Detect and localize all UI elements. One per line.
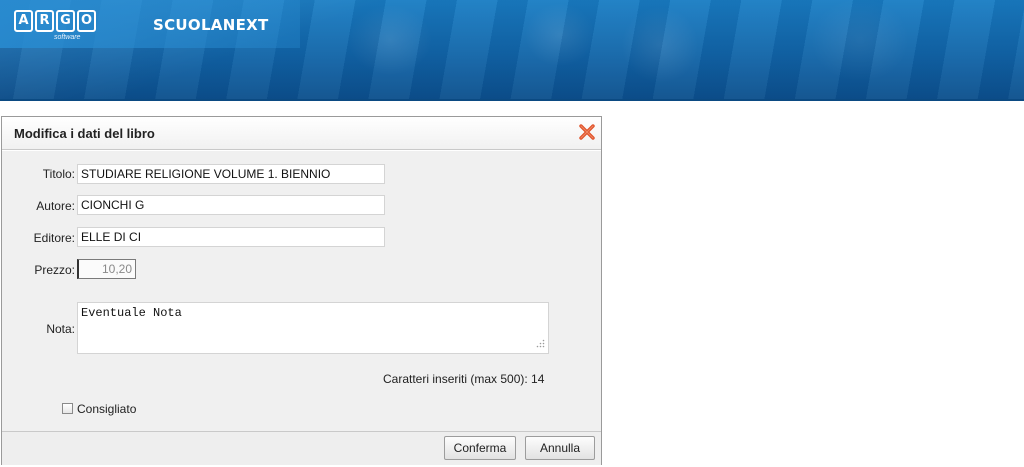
char-counter: Caratteri inseriti (max 500): 14 (383, 372, 545, 386)
resize-grip-icon[interactable] (536, 339, 545, 348)
editore-input[interactable] (77, 227, 385, 247)
editore-label: Editore: (33, 231, 75, 245)
logo-letter: O (77, 10, 96, 32)
header-banner: A R G O software SCUOLANEXT (0, 0, 1024, 101)
titolo-input[interactable] (77, 164, 385, 184)
cancel-button[interactable]: Annulla (525, 436, 595, 460)
logo-letter: R (35, 10, 54, 32)
close-icon[interactable] (576, 121, 598, 143)
dialog-body (2, 150, 601, 431)
consigliato-checkbox[interactable] (62, 403, 73, 414)
prezzo-label: Prezzo: (34, 263, 75, 277)
app-name: SCUOLANEXT (153, 16, 269, 34)
consigliato-label[interactable]: Consigliato (77, 402, 136, 416)
logo-subtitle: software (54, 34, 81, 41)
autore-input[interactable] (77, 195, 385, 215)
confirm-button[interactable]: Conferma (444, 436, 516, 460)
dialog-header: Modifica i dati del libro (2, 117, 601, 150)
logo-letter: G (56, 10, 75, 32)
argo-logo: A R G O (14, 10, 96, 32)
dialog-title: Modifica i dati del libro (14, 126, 155, 141)
nota-textarea[interactable]: Eventuale Nota (77, 302, 549, 354)
nota-label: Nota: (46, 322, 75, 336)
autore-label: Autore: (36, 199, 75, 213)
titolo-label: Titolo: (42, 167, 75, 181)
prezzo-input[interactable] (77, 259, 136, 279)
banner-divider (0, 99, 1024, 101)
logo-letter: A (14, 10, 33, 32)
